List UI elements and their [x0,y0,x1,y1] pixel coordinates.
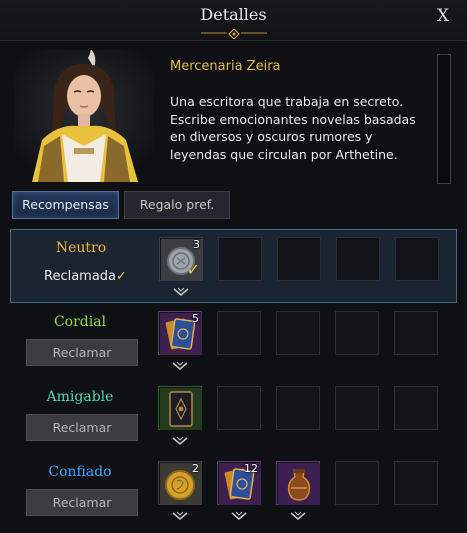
npc-description: Una escritora que trabaja en secreto. Es… [170,94,416,162]
tier-label: Confiado [48,464,112,480]
reward-slot-empty [276,311,320,355]
grade-chevron-icon [172,436,188,445]
grade-chevron-icon [173,287,189,296]
reward-slot-empty [394,461,438,505]
reward-count: 2 [192,462,199,475]
reward-slot-empty [336,237,380,281]
tab-preferred-gift[interactable]: Regalo pref. [124,191,230,219]
reward-slot[interactable]: 5 [158,311,202,355]
claim-button[interactable]: Reclamar [26,414,138,441]
tier-row-neutro[interactable]: Neutro Reclamada✓ 3 ✓ [10,229,457,303]
grade-chevron-icon [231,511,247,520]
reward-slot-empty [335,311,379,355]
tier-row-confiado: Confiado Reclamar 2 12 [10,454,457,528]
reward-count: 5 [192,312,199,325]
reward-slot-empty [395,237,439,281]
npc-portrait [14,50,154,182]
potion-pouch-icon [278,463,320,505]
tier-label: Neutro [55,240,107,256]
reward-count: 12 [244,462,258,475]
reward-slot-empty [277,237,321,281]
claimed-status: Reclamada✓ [44,269,127,284]
tier-row-amigable: Amigable Reclamar [10,379,457,453]
dialog-title: Detalles [200,5,267,24]
reward-count: 3 [193,238,200,251]
claimed-check-icon: ✓ [186,260,200,279]
tab-rewards[interactable]: Recompensas [12,191,119,219]
reward-slot[interactable]: 3 ✓ [159,237,203,281]
reward-slot-empty [394,311,438,355]
npc-name: Mercenaria Zeira [170,59,281,74]
card-icon [160,388,202,430]
claim-button[interactable]: Reclamar [26,339,138,366]
tier-label: Cordial [53,314,107,330]
reward-slot-empty [217,386,261,430]
claimed-status-label: Reclamada [44,269,117,284]
description-scrollbar[interactable] [437,54,451,184]
dialog-header: Detalles X [0,0,467,41]
tier-label: Amigable [46,389,114,405]
reward-slot-empty [217,311,261,355]
reward-slot[interactable]: 2 [158,461,202,505]
tier-row-cordial: Cordial Reclamar 5 [10,304,457,378]
reward-slot[interactable] [158,386,202,430]
reward-slot-empty [394,386,438,430]
claim-button[interactable]: Reclamar [26,489,138,516]
reward-slot[interactable]: 12 [217,461,261,505]
grade-chevron-icon [172,511,188,520]
checkmark-icon: ✓ [116,269,127,284]
reward-slot-empty [335,461,379,505]
reward-slot-empty [218,237,262,281]
reward-slot[interactable] [276,461,320,505]
close-button[interactable]: X [433,6,453,26]
title-ornament-icon [201,29,267,39]
reward-slot-empty [335,386,379,430]
grade-chevron-icon [172,361,188,370]
reward-slot-empty [276,386,320,430]
grade-chevron-icon [290,511,306,520]
